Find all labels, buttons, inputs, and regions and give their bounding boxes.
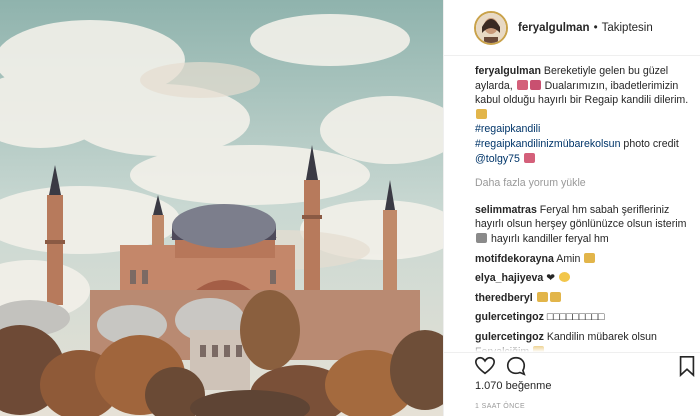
- post-time: 1 SAAT ÖNCE: [475, 403, 526, 410]
- comment-item: theredberyl: [475, 291, 697, 306]
- hashtag-link[interactable]: #regaipkandili: [475, 123, 540, 135]
- avatar[interactable]: [474, 10, 508, 45]
- bookmark-icon[interactable]: [676, 355, 698, 377]
- tulip-emoji-icon: [529, 79, 541, 90]
- comment-item: motifdekorayna Amin: [475, 252, 697, 267]
- mosque-emoji-icon: [476, 232, 487, 243]
- caption-credit: photo credit: [623, 137, 679, 150]
- heart-icon[interactable]: [474, 355, 496, 377]
- tulip-emoji-icon: [516, 79, 528, 90]
- header-separator: •: [593, 21, 598, 34]
- comment-username[interactable]: selimmatras: [475, 204, 537, 216]
- header-username[interactable]: feryalgulman: [518, 22, 590, 34]
- pray-emoji-icon: [536, 291, 548, 302]
- action-bar: 1.070 beğenme 1 SAAT ÖNCE: [444, 352, 700, 416]
- comment-text: □□□□□□□□□: [546, 311, 605, 324]
- pray-emoji-icon: [584, 252, 596, 263]
- post-sidebar: feryalgulman • Takiptesin feryalgulman B…: [443, 0, 700, 416]
- comment-item: gulercetingoz □□□□□□□□□: [475, 310, 697, 325]
- comments-fade: [475, 342, 697, 352]
- comment-icon[interactable]: [505, 355, 527, 377]
- smile-emoji-icon: [559, 272, 571, 283]
- hagia-sophia-image: [0, 0, 443, 416]
- comment-text: Amin: [556, 252, 581, 265]
- comment-username[interactable]: theredberyl: [475, 292, 533, 304]
- comment-username[interactable]: gulercetingoz: [475, 311, 544, 323]
- caption-username[interactable]: feryalgulman: [475, 65, 541, 77]
- comment-username[interactable]: elya_hajiyeva: [475, 272, 543, 284]
- comment-item: selimmatras Feryal hm sabah şerifleriniz…: [475, 203, 697, 247]
- follow-status[interactable]: Takiptesin: [602, 22, 653, 34]
- caption: feryalgulman Bereketiyle gelen bu güzel …: [475, 64, 697, 166]
- comments-list: feryalgulman Bereketiyle gelen bu güzel …: [475, 64, 697, 352]
- comment-text: ❤: [546, 272, 556, 285]
- load-more-comments[interactable]: Daha fazla yorum yükle: [475, 176, 697, 191]
- post-photo[interactable]: [0, 0, 443, 416]
- hashtag-link[interactable]: #regaipkandilinizmübarekolsun: [475, 138, 620, 150]
- pray-emoji-icon: [476, 108, 487, 119]
- pray-emoji-icon: [549, 291, 561, 302]
- avatar-image: [476, 12, 506, 43]
- comment-username[interactable]: motifdekorayna: [475, 253, 554, 265]
- likes-count[interactable]: 1.070 beğenme: [475, 380, 551, 392]
- comment-text-2: hayırlı kandiller feryal hm: [490, 232, 609, 245]
- caption-line3: hayırlı bir Regaip kandili dilerim.: [538, 94, 689, 107]
- comment-item: elya_hajiyeva ❤: [475, 271, 697, 286]
- credit-mention-link[interactable]: @tolgy75: [475, 153, 520, 165]
- tulip-emoji-icon: [523, 152, 535, 163]
- post-header: feryalgulman • Takiptesin: [444, 0, 700, 56]
